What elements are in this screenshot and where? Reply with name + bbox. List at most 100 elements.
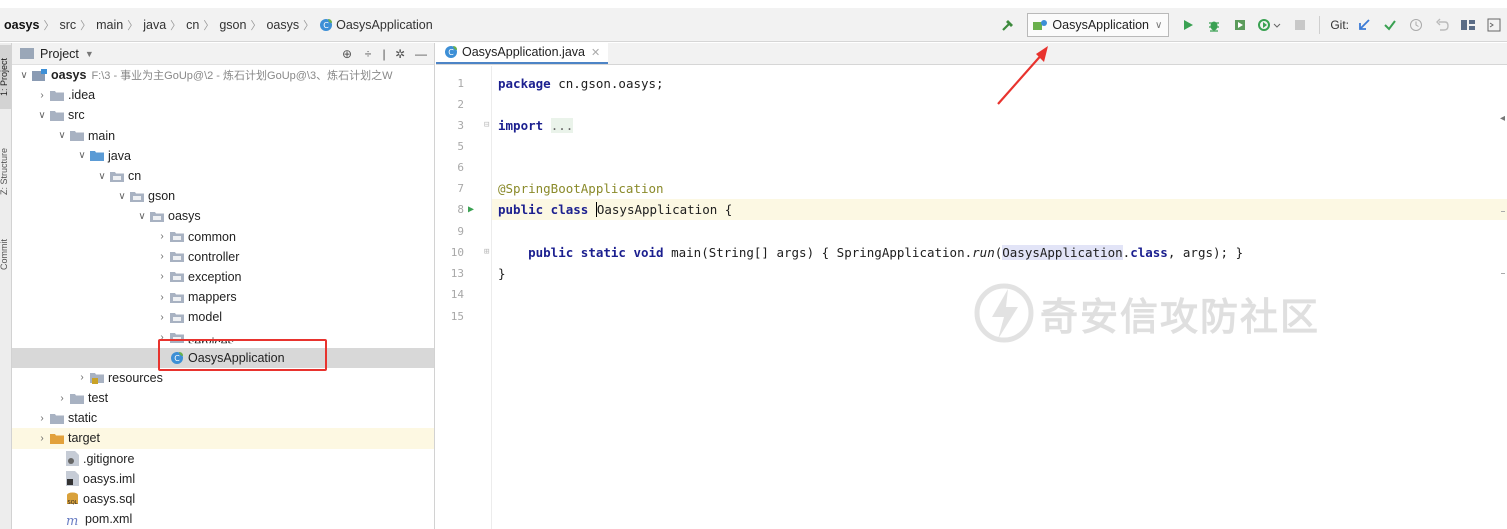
svg-text:C: C — [174, 354, 180, 363]
line-number-gutter: 1 2 3 5 6 7 8 9 10 13 14 15 ▶ ⊟ ⊞ — [436, 66, 492, 529]
run-icon[interactable] — [1177, 14, 1199, 36]
tree-item[interactable]: › exception — [12, 267, 434, 287]
line-number: 15 — [450, 310, 464, 323]
tree-item[interactable]: › target — [12, 428, 434, 449]
tree-item[interactable]: › .idea — [12, 85, 434, 105]
tree-item[interactable]: m pom.xml — [12, 509, 434, 529]
chevron-down-icon: ∨ — [1155, 19, 1163, 31]
profiler-icon[interactable] — [1255, 14, 1285, 36]
stop-icon[interactable] — [1289, 14, 1311, 36]
breadcrumb-item-gson[interactable]: gson — [219, 18, 246, 32]
chevron-down-icon[interactable]: ∨ — [134, 211, 150, 222]
breadcrumb-item-main[interactable]: main — [96, 18, 123, 32]
chevron-down-icon[interactable]: ∨ — [74, 150, 90, 161]
package-icon — [170, 332, 184, 344]
tree-item[interactable]: › services — [12, 327, 434, 347]
hide-icon[interactable]: — — [412, 45, 430, 63]
close-icon[interactable]: ✕ — [591, 46, 600, 59]
spring-run-icon — [1033, 20, 1048, 30]
chevron-right-icon[interactable]: › — [154, 231, 170, 242]
folded-imports[interactable]: ... — [550, 118, 574, 133]
breadcrumb-item-java[interactable]: java — [143, 18, 166, 32]
toolbar-separator — [1319, 16, 1321, 34]
tree-item[interactable]: ∨ oasys F:\3 - 事业为主GoUp@\2 - 炼石计划GoUp@\3、炼… — [12, 65, 434, 85]
project-path: F:\3 - 事业为主GoUp@\2 - 炼石计划GoUp@\3、炼石计划之W — [91, 70, 393, 83]
tree-item[interactable]: ∨ src — [12, 105, 434, 125]
project-structure-icon[interactable] — [1457, 14, 1479, 36]
tree-item-label: src — [68, 108, 85, 123]
editor-pane: C OasysApplication.java ✕ 1 2 3 5 6 7 8 9 10 13 14… — [436, 42, 1507, 529]
chevron-down-icon[interactable]: ∨ — [34, 110, 50, 121]
tree-item[interactable]: › static — [12, 408, 434, 428]
build-hammer-icon[interactable] — [997, 14, 1019, 36]
folder-icon — [70, 393, 84, 404]
chevron-right-icon[interactable]: › — [34, 413, 50, 424]
run-configuration-select[interactable]: OasysApplication ∨ — [1027, 13, 1170, 37]
tree-item-label: oasys.sql — [83, 492, 136, 507]
code-line-3: import ... — [498, 118, 574, 133]
tab-oasysapplication-java[interactable]: C OasysApplication.java ✕ — [436, 42, 609, 64]
tree-item[interactable]: .gitignore — [12, 449, 434, 469]
breadcrumb-item-oasysapplication[interactable]: C OasysApplication — [319, 18, 433, 32]
chevron-right-icon[interactable]: › — [54, 393, 70, 404]
tree-item[interactable]: › test — [12, 388, 434, 408]
tree-item[interactable]: › model — [12, 307, 434, 327]
debug-icon[interactable] — [1203, 14, 1225, 36]
tree-item[interactable]: SQL oasys.sql — [12, 489, 434, 509]
breadcrumb-item-src[interactable]: src — [59, 18, 76, 32]
chevron-right-icon[interactable]: › — [154, 292, 170, 303]
tree-item[interactable]: oasys.iml — [12, 469, 434, 489]
git-rollback-icon[interactable] — [1431, 14, 1453, 36]
chevron-down-icon[interactable]: ∨ — [94, 171, 110, 182]
tree-item[interactable]: › common — [12, 227, 434, 247]
tree-item[interactable]: ∨ java — [12, 146, 434, 166]
chevron-right-icon[interactable]: › — [34, 90, 50, 101]
chevron-right-icon[interactable]: › — [154, 312, 170, 323]
collapse-all-icon[interactable]: ÷ — [359, 45, 377, 63]
chevron-down-icon[interactable]: ▼ — [85, 49, 94, 59]
chevron-right-icon: 〉 — [303, 19, 315, 32]
locate-icon[interactable]: ⊕ — [338, 45, 356, 63]
breadcrumb-item-cn[interactable]: cn — [186, 18, 199, 32]
tree-item[interactable]: › mappers — [12, 287, 434, 307]
coverage-icon[interactable] — [1229, 14, 1251, 36]
git-update-icon[interactable] — [1353, 14, 1375, 36]
tree-item-label: test — [88, 391, 109, 406]
chevron-right-icon[interactable]: › — [74, 372, 90, 383]
chevron-right-icon[interactable]: › — [34, 433, 50, 444]
fold-toggle-icon[interactable]: ⊞ — [484, 242, 492, 263]
chevron-right-icon[interactable]: › — [154, 271, 170, 282]
project-view-select[interactable]: Project — [40, 47, 79, 61]
fold-toggle-icon[interactable]: ⊟ — [484, 115, 492, 136]
breadcrumb-item-oasys[interactable]: oasys — [4, 18, 39, 32]
run-gutter-icon[interactable]: ▶ — [468, 199, 478, 220]
tree-item[interactable]: ∨ oasys — [12, 206, 434, 226]
tree-item-label: oasys — [51, 68, 87, 83]
terminal-icon[interactable] — [1483, 14, 1505, 36]
chevron-down-icon[interactable]: ∨ — [54, 130, 70, 141]
tree-item[interactable]: C OasysApplication — [12, 347, 434, 368]
breadcrumb-item-oasys-pkg[interactable]: oasys — [266, 18, 299, 32]
inspection-indicator-icon[interactable]: ◂ — [1500, 113, 1505, 124]
chevron-right-icon: 〉 — [43, 19, 55, 32]
project-panel: Project ▼ ⊕ ÷ | ✲ — ∨ oasys F:\3 - 事业为主GoU… — [12, 43, 435, 529]
tree-item-label: exception — [188, 269, 242, 284]
git-history-icon[interactable] — [1405, 14, 1427, 36]
resources-folder-icon — [90, 372, 104, 384]
chevron-down-icon[interactable]: ∨ — [16, 70, 32, 81]
chevron-down-icon[interactable]: ∨ — [114, 191, 130, 202]
tree-item[interactable]: › resources — [12, 368, 434, 388]
gear-icon[interactable]: ✲ — [391, 45, 409, 63]
tree-item[interactable]: › controller — [12, 247, 434, 267]
git-commit-icon[interactable] — [1379, 14, 1401, 36]
chevron-right-icon: 〉 — [250, 19, 262, 32]
code-area[interactable]: package cn.gson.oasys; import ... @Sprin… — [492, 66, 1507, 529]
tree-item[interactable]: ∨ main — [12, 126, 434, 146]
tree-item-label: resources — [108, 370, 163, 385]
tree-item[interactable]: ∨ cn — [12, 166, 434, 186]
chevron-right-icon[interactable]: › — [154, 332, 170, 343]
module-icon — [32, 69, 47, 82]
chevron-right-icon[interactable]: › — [154, 251, 170, 262]
chevron-right-icon: 〉 — [170, 19, 182, 32]
tree-item[interactable]: ∨ gson — [12, 186, 434, 206]
